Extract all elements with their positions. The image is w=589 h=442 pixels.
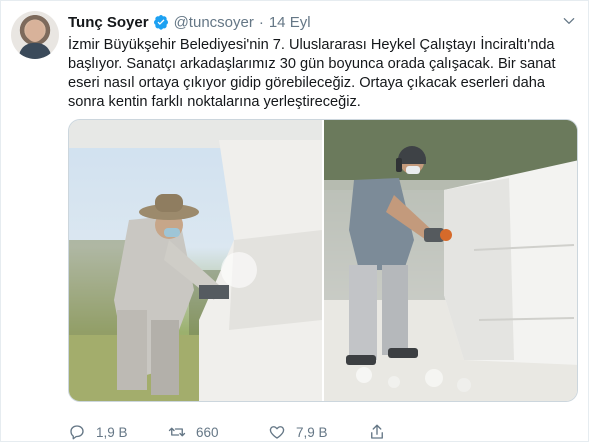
share-button[interactable] — [368, 423, 408, 441]
tweet-text-line: başlıyor. Sanatçı arkadaşlarımız 30 gün … — [68, 56, 556, 72]
tweet-date[interactable]: 14 Eyl — [269, 14, 311, 31]
media-photo-2[interactable] — [324, 120, 577, 401]
tweet-text: İzmir Büyükşehir Belediyesi'nin 7. Ulusl… — [68, 36, 580, 112]
tweet-text-line: eseri nasıl ortaya çıkıyor gidip görebil… — [68, 75, 545, 91]
verified-badge-icon — [153, 14, 169, 30]
separator-dot: · — [258, 13, 264, 31]
retweet-button[interactable]: 660 — [168, 423, 268, 441]
avatar-face — [26, 20, 44, 42]
tweet-text-line: İzmir Büyükşehir Belediyesi'nin 7. Ulusl… — [68, 37, 555, 53]
tweet-card[interactable]: Tunç Soyer @tuncsoyer · 14 Eyl İzmir Büy… — [0, 0, 589, 442]
tweet-actions: 1,9 B 660 7,9 B — [68, 421, 468, 442]
heart-icon — [269, 426, 285, 439]
author-handle[interactable]: @tuncsoyer — [174, 14, 254, 31]
chevron-down-icon[interactable] — [562, 14, 576, 28]
media-photo-1[interactable] — [69, 120, 322, 401]
avatar[interactable] — [11, 11, 59, 59]
reply-button[interactable]: 1,9 B — [68, 423, 168, 441]
reply-icon — [70, 425, 84, 440]
tweet-header: Tunç Soyer @tuncsoyer · 14 Eyl — [68, 12, 311, 32]
like-button[interactable]: 7,9 B — [268, 423, 368, 441]
retweet-count: 660 — [196, 424, 219, 440]
tweet-media[interactable] — [68, 119, 578, 402]
retweet-icon — [168, 427, 186, 437]
share-icon — [371, 424, 383, 439]
avatar-suit — [19, 43, 51, 59]
tweet-text-line: sonra kentin farklı noktalarına yerleşti… — [68, 94, 361, 110]
photo-1-illustration — [69, 120, 322, 401]
author-name[interactable]: Tunç Soyer — [68, 14, 149, 31]
like-count: 7,9 B — [296, 424, 328, 440]
reply-count: 1,9 B — [96, 424, 128, 440]
photo-2-illustration — [324, 120, 577, 401]
